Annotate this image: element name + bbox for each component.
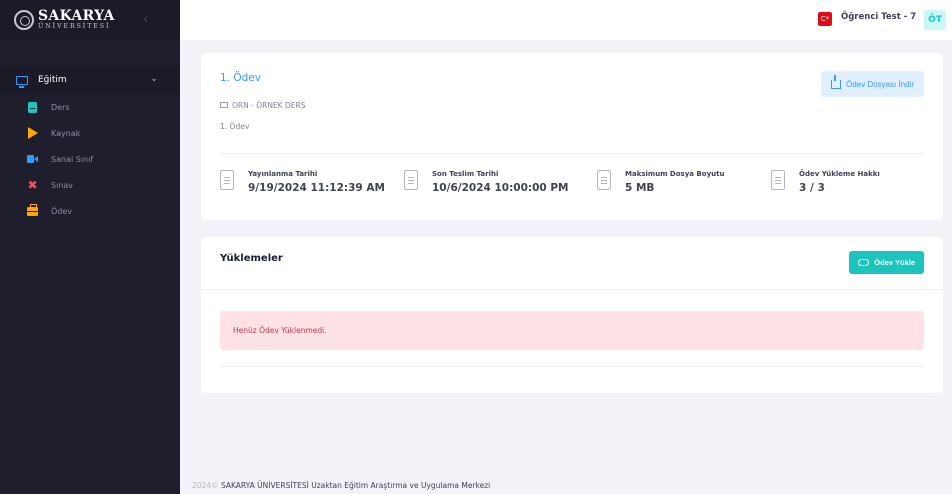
stat-label: Maksimum Dosya Boyutu xyxy=(625,170,725,178)
tools-icon: ✖ xyxy=(27,178,38,192)
divider xyxy=(220,153,924,154)
download-button-label: Ödev Dosyası İndir xyxy=(845,79,914,89)
stat-value: 5 MB xyxy=(625,182,655,194)
upload-assignment-button[interactable]: Ödev Yükle xyxy=(849,251,924,274)
brand-name: SAKARYA xyxy=(38,8,115,25)
assignment-title[interactable]: 1. Ödev xyxy=(220,72,261,84)
book-icon xyxy=(28,101,37,113)
sidebar-item-sanal-sinif[interactable]: Sanal Sınıf xyxy=(0,146,180,172)
sidebar: SAKARYA ÜNİVERSİTESİ ‹ Eğitim ⌄ Ders Kay… xyxy=(0,0,180,494)
brand-logo[interactable]: SAKARYA ÜNİVERSİTESİ xyxy=(0,0,180,40)
divider xyxy=(220,366,924,367)
sidebar-item-label: Kaynak xyxy=(51,128,81,138)
empty-uploads-alert: Henüz Ödev Yüklenmedi. xyxy=(220,311,924,350)
stat-value: 9/19/2024 11:12:39 AM xyxy=(248,182,385,194)
upload-button-label: Ödev Yükle xyxy=(874,258,915,267)
envelope-icon xyxy=(220,102,228,108)
download-assignment-button[interactable]: Ödev Dosyası İndir xyxy=(820,71,924,97)
sidebar-item-ders[interactable]: Ders xyxy=(0,94,180,120)
footer: 2024© SAKARYA ÜNİVERSİTESİ Uzaktan Eğiti… xyxy=(192,481,490,490)
sidebar-item-label: Ders xyxy=(51,102,70,112)
download-icon xyxy=(830,74,841,89)
sidebar-menu: Eğitim ⌄ Ders Kaynak Sanal Sınıf ✖ Sınav… xyxy=(0,66,180,224)
stat-label: Son Teslim Tarihi xyxy=(432,170,499,178)
sidebar-item-sinav[interactable]: ✖ Sınav xyxy=(0,172,180,198)
sidebar-item-label: Ödev xyxy=(51,206,73,216)
assignment-card: 1. Ödev ORN - ÖRNEK DERS 1. Ödev Ödev Do… xyxy=(201,53,943,220)
cloud-upload-icon xyxy=(858,259,870,266)
footer-year: 2024© xyxy=(192,481,219,490)
course-name: ORN - ÖRNEK DERS xyxy=(220,101,305,110)
document-icon xyxy=(404,170,418,190)
stat-publish-date: Yayınlanma Tarihi 9/19/2024 11:12:39 AM xyxy=(220,170,385,194)
uploads-card: Yüklemeler Ödev Yükle Henüz Ödev Yüklenm… xyxy=(201,237,943,393)
sidebar-section-egitim[interactable]: Eğitim ⌄ xyxy=(0,66,180,94)
stat-upload-rights: Ödev Yükleme Hakkı 3 / 3 xyxy=(771,170,880,194)
stat-max-file-size: Maksimum Dosya Boyutu 5 MB xyxy=(597,170,724,194)
footer-text: SAKARYA ÜNİVERSİTESİ Uzaktan Eğitim Araş… xyxy=(220,481,491,490)
document-icon xyxy=(771,170,785,190)
briefcase-icon xyxy=(27,203,38,216)
stat-label: Yayınlanma Tarihi xyxy=(248,170,318,178)
user-name[interactable]: Öğrenci Test - 7 xyxy=(841,12,916,22)
turkey-flag-icon[interactable]: C* xyxy=(818,12,832,26)
stat-value: 3 / 3 xyxy=(799,182,825,194)
brand-subtitle: ÜNİVERSİTESİ xyxy=(38,23,111,31)
stat-due-date: Son Teslim Tarihi 10/6/2024 10:00:00 PM xyxy=(404,170,569,194)
document-icon xyxy=(220,170,234,190)
divider xyxy=(201,289,943,290)
top-header: C* Öğrenci Test - 7 ÖT xyxy=(180,0,952,40)
video-icon xyxy=(27,155,38,163)
sidebar-item-label: Sanal Sınıf xyxy=(51,154,94,164)
play-icon xyxy=(27,127,38,139)
sidebar-section-label: Eğitim xyxy=(38,75,67,85)
chevron-down-icon: ⌄ xyxy=(150,74,158,84)
document-icon xyxy=(597,170,611,190)
chevron-left-icon[interactable]: ‹ xyxy=(143,12,148,27)
stat-label: Ödev Yükleme Hakkı xyxy=(799,170,880,178)
course-label: ORN - ÖRNEK DERS xyxy=(232,101,306,110)
monitor-icon xyxy=(16,75,28,88)
university-seal-icon xyxy=(14,10,34,30)
avatar[interactable]: ÖT xyxy=(924,10,946,30)
sidebar-item-kaynak[interactable]: Kaynak xyxy=(0,120,180,146)
stat-value: 10/6/2024 10:00:00 PM xyxy=(432,182,569,194)
sidebar-item-odev[interactable]: Ödev xyxy=(0,198,180,224)
uploads-title: Yüklemeler xyxy=(220,253,283,264)
assignment-description: 1. Ödev xyxy=(220,122,250,131)
sidebar-item-label: Sınav xyxy=(51,180,74,190)
